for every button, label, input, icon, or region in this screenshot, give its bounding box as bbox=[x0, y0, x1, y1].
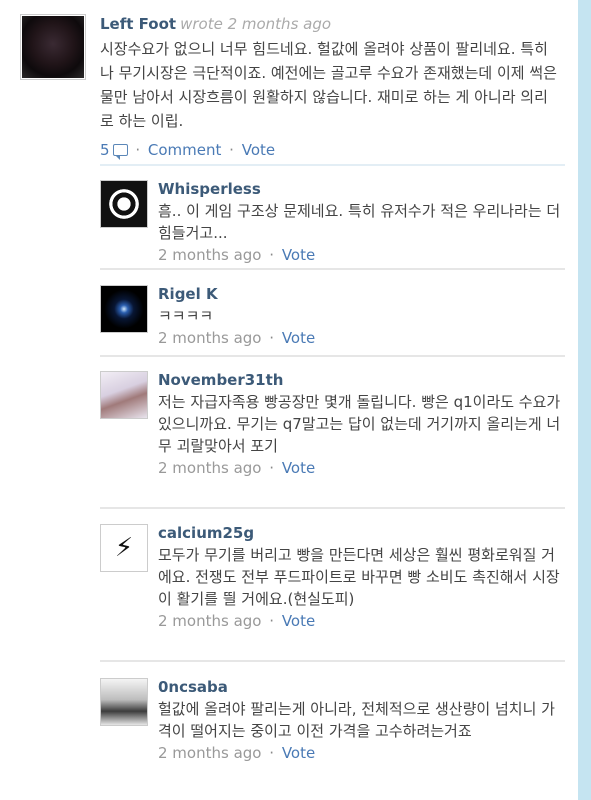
reply-text: 헐값에 올려야 팔리는게 아니라, 전체적으로 생산량이 넘치니 가격이 떨어지… bbox=[158, 700, 555, 740]
vote-button[interactable]: Vote bbox=[282, 744, 315, 762]
reply-count-link[interactable]: 5 bbox=[100, 141, 128, 160]
reply-meta: 2 months ago · Vote bbox=[158, 457, 565, 479]
main-comment-body: Left Foot wrote 2 months ago 시장수요가 없으니 너무… bbox=[100, 14, 560, 160]
separator-dot: · bbox=[269, 246, 275, 264]
reply-text: ㅋㅋㅋㅋ bbox=[158, 307, 214, 325]
replies-list: Whisperless 흠.. 이 게임 구조상 문제네요. 특히 유저수가 적… bbox=[100, 178, 565, 792]
avatar[interactable] bbox=[20, 14, 86, 80]
reply-text: 저는 자급자족용 빵공장만 몇개 돌립니다. 빵은 q1이라도 수요가 있으니까… bbox=[158, 393, 561, 455]
separator-dot: · bbox=[135, 141, 141, 159]
list-item: 0ncsaba 헐값에 올려야 팔리는게 아니라, 전체적으로 생산량이 넘치니… bbox=[100, 676, 565, 792]
comment-button[interactable]: Comment bbox=[148, 141, 222, 159]
vote-button[interactable]: Vote bbox=[282, 612, 315, 630]
reply-timestamp: 2 months ago bbox=[158, 612, 262, 630]
avatar[interactable] bbox=[100, 371, 148, 419]
stick-figure-icon: ⚡ bbox=[114, 533, 134, 563]
separator-dot: · bbox=[269, 459, 275, 477]
vote-button[interactable]: Vote bbox=[282, 246, 315, 264]
reply-meta: 2 months ago · Vote bbox=[158, 244, 565, 266]
comment-bubble-icon bbox=[112, 144, 128, 160]
divider bbox=[100, 164, 565, 166]
avatar[interactable] bbox=[100, 285, 148, 333]
reply-author[interactable]: Whisperless bbox=[158, 180, 261, 198]
reply-author[interactable]: November31th bbox=[158, 371, 283, 389]
avatar[interactable] bbox=[100, 180, 148, 228]
reply-timestamp: 2 months ago bbox=[158, 246, 262, 264]
avatar[interactable] bbox=[100, 678, 148, 726]
comments-page: Left Foot wrote 2 months ago 시장수요가 없으니 너무… bbox=[0, 0, 578, 800]
reply-author[interactable]: calcium25g bbox=[158, 524, 254, 542]
separator-dot: · bbox=[269, 744, 275, 762]
reply-count: 5 bbox=[100, 141, 110, 159]
author-name[interactable]: Left Foot bbox=[100, 15, 176, 33]
list-item: Whisperless 흠.. 이 게임 구조상 문제네요. 특히 유저수가 적… bbox=[100, 178, 565, 270]
vote-button[interactable]: Vote bbox=[282, 329, 315, 347]
reply-author[interactable]: 0ncsaba bbox=[158, 678, 228, 696]
list-item: ⚡ calcium25g 모두가 무기를 버리고 빵을 만든다면 세상은 훨씬 … bbox=[100, 522, 565, 662]
list-item: Rigel K ㅋㅋㅋㅋ 2 months ago · Vote bbox=[100, 283, 565, 357]
reply-timestamp: 2 months ago bbox=[158, 459, 262, 477]
reply-text: 모두가 무기를 버리고 빵을 만든다면 세상은 훨씬 평화로워질 거에요. 전쟁… bbox=[158, 546, 560, 608]
comment-text: 시장수요가 없으니 너무 힘드네요. 헐값에 올려야 상품이 팔리네요. 특히나… bbox=[100, 40, 557, 130]
list-item: November31th 저는 자급자족용 빵공장만 몇개 돌립니다. 빵은 q… bbox=[100, 369, 565, 509]
separator-dot: · bbox=[269, 329, 275, 347]
comment-actions: 5 · Comment · Vote bbox=[100, 141, 560, 160]
avatar[interactable]: ⚡ bbox=[100, 524, 148, 572]
vote-button[interactable]: Vote bbox=[282, 459, 315, 477]
vote-button[interactable]: Vote bbox=[242, 141, 275, 159]
reply-meta: 2 months ago · Vote bbox=[158, 742, 565, 764]
avatar-image bbox=[22, 16, 84, 78]
comment-timestamp: wrote 2 months ago bbox=[180, 15, 332, 33]
separator-dot: · bbox=[229, 141, 234, 159]
reply-author[interactable]: Rigel K bbox=[158, 285, 218, 303]
reply-timestamp: 2 months ago bbox=[158, 329, 262, 347]
separator-dot: · bbox=[269, 612, 275, 630]
reply-meta: 2 months ago · Vote bbox=[158, 610, 565, 632]
reply-timestamp: 2 months ago bbox=[158, 744, 262, 762]
comment-header: Left Foot wrote 2 months ago bbox=[100, 14, 560, 33]
reply-text: 흠.. 이 게임 구조상 문제네요. 특히 유저수가 적은 우리나라는 더 힘들… bbox=[158, 202, 561, 242]
reply-meta: 2 months ago · Vote bbox=[158, 327, 565, 349]
